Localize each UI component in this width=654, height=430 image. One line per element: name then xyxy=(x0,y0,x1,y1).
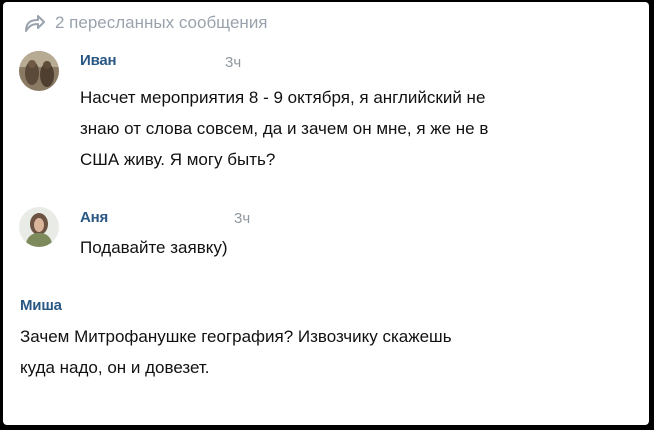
message-line: знаю от слова совсем, да и зачем он мне,… xyxy=(80,119,489,138)
reply-line: куда надо, он и довезет. xyxy=(20,358,210,377)
forwarded-header[interactable]: 2 пересланных сообщения xyxy=(23,10,268,36)
avatar-anya[interactable] xyxy=(19,207,59,247)
reply-line: Зачем Митрофанушке география? Извозчику … xyxy=(20,327,452,346)
avatar-ivan[interactable] xyxy=(19,51,59,91)
forward-arrow-icon xyxy=(25,15,45,32)
reply-text: Зачем Митрофанушке география? Извозчику … xyxy=(20,321,452,383)
message-author[interactable]: Аня xyxy=(80,209,108,226)
message-text: Насчет мероприятия 8 - 9 октября, я англ… xyxy=(80,82,488,175)
message-time: 3ч xyxy=(225,54,242,71)
forwarded-messages-card: 2 пересланных сообщения Иван 3ч Насчет м… xyxy=(3,2,649,425)
avatar-photo-icon xyxy=(19,207,59,247)
message-line: Насчет мероприятия 8 - 9 октября, я англ… xyxy=(80,88,486,107)
message-line: Подавайте заявку) xyxy=(80,238,228,257)
avatar-photo-icon xyxy=(19,51,59,91)
message-line: США живу. Я могу быть? xyxy=(80,150,276,169)
reply-author[interactable]: Миша xyxy=(20,297,62,314)
message-text: Подавайте заявку) xyxy=(80,232,228,263)
message-author[interactable]: Иван xyxy=(80,52,117,69)
message-time: 3ч xyxy=(234,210,251,227)
forwarded-count-label: 2 пересланных сообщения xyxy=(55,13,268,32)
